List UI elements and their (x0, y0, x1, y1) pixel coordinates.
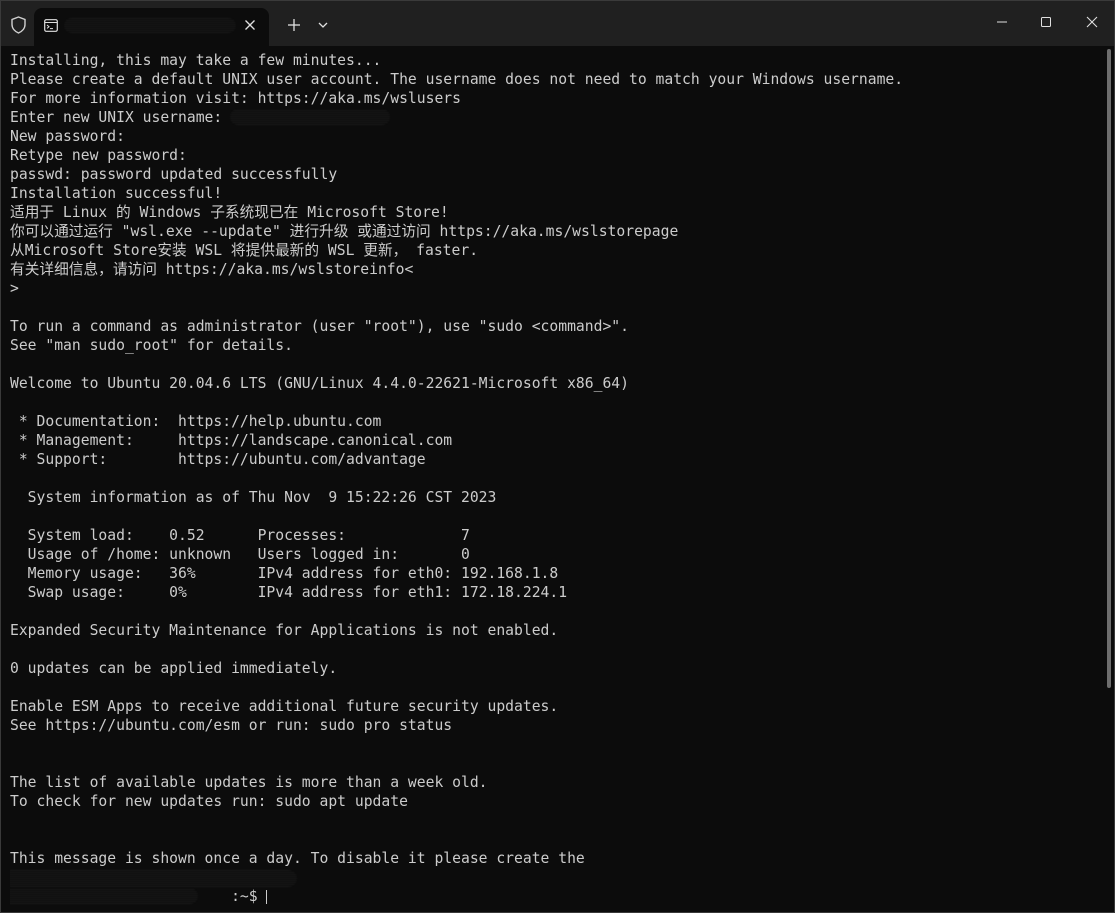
terminal-line: Usage of /home: unknown Users logged in:… (10, 546, 470, 563)
terminal-line: Retype new password: (10, 147, 187, 164)
terminal-line: 适用于 Linux 的 Windows 子系统现已在 Microsoft Sto… (10, 204, 449, 221)
plus-icon[interactable] (285, 16, 303, 34)
redacted-user-host (10, 888, 198, 904)
prompt-line[interactable]: :~$ (10, 887, 1100, 906)
terminal-line: To run a command as administrator (user … (10, 318, 629, 335)
terminal-line: Enable ESM Apps to receive additional fu… (10, 698, 559, 715)
terminal-line: Enter new UNIX username: (10, 108, 1100, 127)
prompt-suffix: :~$ (231, 888, 267, 905)
terminal-line: 你可以通过运行 "wsl.exe --update" 进行升级 或通过访问 ht… (10, 223, 679, 240)
terminal-line: * Management: https://landscape.canonica… (10, 432, 453, 449)
maximize-button[interactable] (1035, 11, 1057, 33)
terminal-line: To check for new updates run: sudo apt u… (10, 793, 408, 810)
scrollbar[interactable] (1107, 49, 1111, 688)
terminal-line: passwd: password updated successfully (10, 166, 338, 183)
terminal-line: * Documentation: https://help.ubuntu.com (10, 413, 382, 430)
chevron-down-icon[interactable] (315, 17, 331, 33)
terminal-line: Installing, this may take a few minutes.… (10, 52, 382, 69)
redacted-username (230, 109, 390, 125)
terminal-line: 有关详细信息，请访问 https://aka.ms/wslstoreinfo< (10, 261, 414, 278)
text-cursor (266, 890, 268, 904)
terminal-line: This message is shown once a day. To dis… (10, 850, 585, 867)
tab-title (64, 15, 236, 35)
terminal-line: For more information visit: https://aka.… (10, 90, 461, 107)
terminal-tab[interactable] (34, 8, 269, 46)
title-bar[interactable] (1, 1, 1114, 46)
minimize-button[interactable] (991, 11, 1013, 33)
terminal-line: System information as of Thu Nov 9 15:22… (10, 489, 497, 506)
close-window-button[interactable] (1081, 11, 1103, 33)
redacted-tab-title (64, 18, 236, 33)
terminal-line: Installation successful! (10, 185, 223, 202)
terminal-line: Please create a default UNIX user accoun… (10, 71, 904, 88)
terminal-line: > (10, 280, 19, 297)
terminal-window: Installing, this may take a few minutes.… (0, 0, 1115, 913)
terminal-line: System load: 0.52 Processes: 7 (10, 527, 470, 544)
terminal-line: * Support: https://ubuntu.com/advantage (10, 451, 426, 468)
terminal-line: 从Microsoft Store安装 WSL 将提供最新的 WSL 更新， fa… (10, 242, 479, 259)
terminal-line: The list of available updates is more th… (10, 774, 488, 791)
redacted-text (10, 870, 297, 887)
terminal-tab-icon (44, 19, 58, 32)
terminal-line: New password: (10, 128, 125, 145)
terminal-line: See https://ubuntu.com/esm or run: sudo … (10, 717, 453, 734)
shield-icon (11, 16, 26, 34)
terminal-line: Swap usage: 0% IPv4 address for eth1: 17… (10, 584, 568, 601)
redacted-host-line (10, 868, 1100, 887)
terminal-output[interactable]: Installing, this may take a few minutes.… (10, 51, 1100, 911)
terminal-line: See "man sudo_root" for details. (10, 337, 293, 354)
terminal-line: Expanded Security Maintenance for Applic… (10, 622, 559, 639)
close-icon[interactable] (241, 16, 259, 34)
terminal-line: Memory usage: 36% IPv4 address for eth0:… (10, 565, 559, 582)
terminal-line: Welcome to Ubuntu 20.04.6 LTS (GNU/Linux… (10, 375, 629, 392)
terminal-line: 0 updates can be applied immediately. (10, 660, 338, 677)
